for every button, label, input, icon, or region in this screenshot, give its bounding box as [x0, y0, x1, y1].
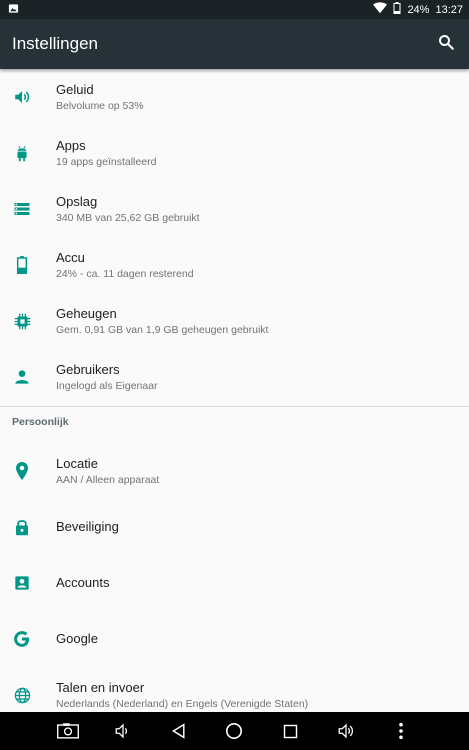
recents-icon[interactable]: [277, 718, 303, 744]
item-title: Apps: [56, 137, 86, 153]
settings-item-locatie[interactable]: Locatie AAN / Alleen apparaat: [0, 443, 469, 499]
settings-item-gebruikers[interactable]: Gebruikers Ingelogd als Eigenaar: [0, 349, 469, 405]
settings-item-apps[interactable]: Apps 19 apps geïnstalleerd: [0, 125, 469, 181]
item-title: Opslag: [56, 193, 98, 209]
item-title: Google: [56, 631, 98, 646]
app-toolbar: Instellingen: [0, 19, 469, 69]
more-icon[interactable]: [388, 718, 414, 744]
settings-item-google[interactable]: Google: [0, 611, 469, 667]
volume-down-icon[interactable]: [110, 718, 136, 744]
item-subtitle: Gem. 0,91 GB van 1,9 GB geheugen gebruik…: [56, 323, 269, 336]
item-subtitle: AAN / Alleen apparaat: [56, 473, 160, 486]
android-icon: [12, 143, 32, 163]
home-icon[interactable]: [221, 718, 247, 744]
account-icon: [12, 573, 32, 593]
search-icon[interactable]: [437, 33, 455, 56]
image-notification-icon: [8, 3, 19, 17]
settings-item-opslag[interactable]: Opslag 340 MB van 25,62 GB gebruikt: [0, 181, 469, 237]
clock: 13:27: [435, 3, 463, 16]
location-icon: [12, 461, 32, 481]
item-subtitle: 19 apps geïnstalleerd: [56, 155, 157, 168]
item-title: Geluid: [56, 81, 94, 97]
settings-item-geheugen[interactable]: Geheugen Gem. 0,91 GB van 1,9 GB geheuge…: [0, 293, 469, 349]
item-subtitle: Ingelogd als Eigenaar: [56, 379, 158, 392]
battery-icon: [393, 2, 401, 17]
battery-percent: 24%: [407, 3, 430, 16]
item-title: Beveiliging: [56, 519, 119, 534]
navigation-bar: [0, 712, 469, 750]
item-subtitle: 340 MB van 25,62 GB gebruikt: [56, 211, 200, 224]
item-subtitle: 24% - ca. 11 dagen resterend: [56, 267, 194, 280]
screenshot-icon[interactable]: [55, 718, 81, 744]
settings-list: Geluid Belvolume op 53% Apps 19 apps geï…: [0, 69, 469, 712]
back-icon[interactable]: [166, 718, 192, 744]
settings-item-accounts[interactable]: Accounts: [0, 555, 469, 611]
memory-icon: [12, 311, 32, 331]
google-icon: [12, 629, 32, 649]
item-title: Accu: [56, 249, 85, 265]
settings-item-accu[interactable]: Accu 24% - ca. 11 dagen resterend: [0, 237, 469, 293]
status-bar: 24% 13:27: [0, 0, 469, 19]
storage-icon: [12, 199, 32, 219]
section-divider: [0, 406, 469, 407]
item-subtitle: Nederlands (Nederland) en Engels (Vereni…: [56, 697, 309, 710]
item-subtitle: Belvolume op 53%: [56, 99, 144, 112]
page-title: Instellingen: [12, 34, 99, 53]
globe-icon: [12, 685, 32, 705]
settings-item-geluid[interactable]: Geluid Belvolume op 53%: [0, 69, 469, 125]
item-title: Accounts: [56, 575, 110, 590]
volume-up-icon[interactable]: [333, 718, 359, 744]
item-title: Gebruikers: [56, 361, 120, 377]
settings-item-beveiliging[interactable]: Beveiliging: [0, 499, 469, 555]
section-header-personal: Persoonlijk: [12, 416, 69, 428]
settings-item-talen[interactable]: Talen en invoer Nederlands (Nederland) e…: [0, 667, 469, 712]
person-icon: [12, 367, 32, 387]
item-title: Locatie: [56, 455, 98, 471]
item-title: Talen en invoer: [56, 679, 145, 695]
lock-icon: [12, 517, 32, 537]
battery-icon: [12, 255, 32, 275]
volume-icon: [12, 87, 32, 107]
wifi-icon: [373, 2, 388, 17]
item-title: Geheugen: [56, 305, 117, 321]
